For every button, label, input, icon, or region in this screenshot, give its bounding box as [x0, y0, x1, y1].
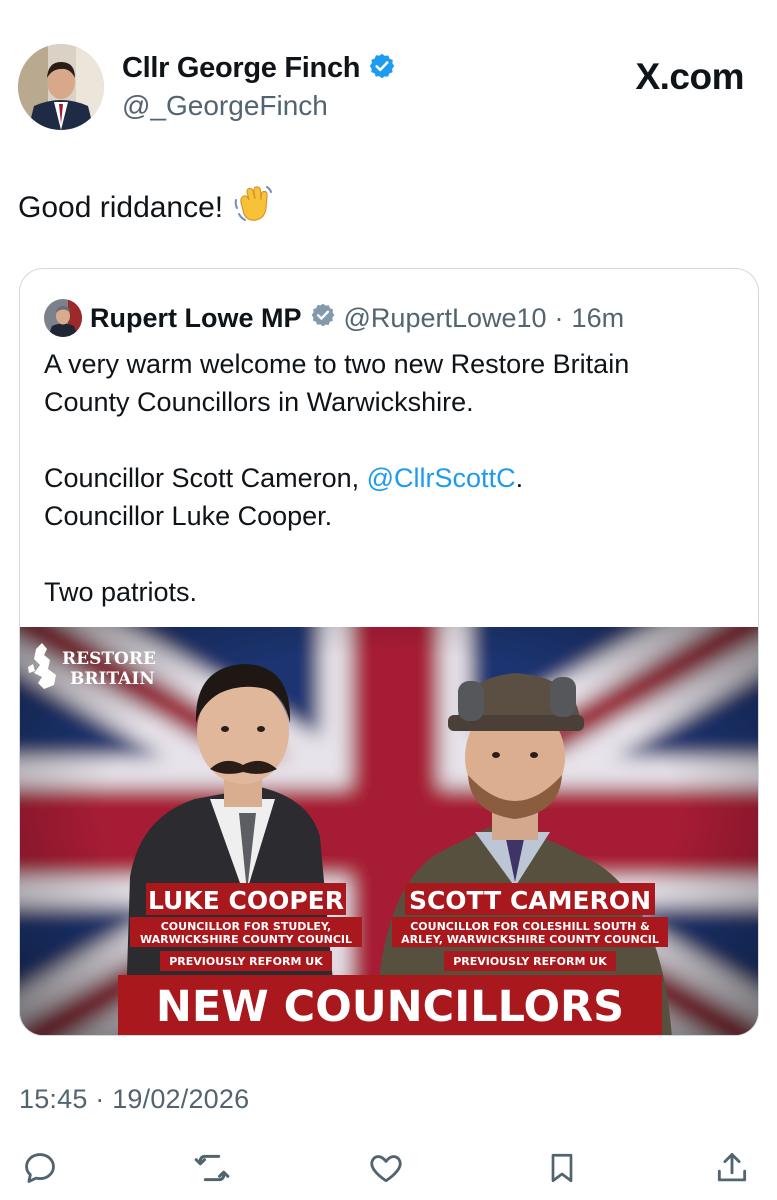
new-councillors-banner: NEW COUNCILLORS [118, 975, 662, 1035]
quoted-handle[interactable]: @RupertLowe10 [344, 303, 547, 334]
tweet-header: Cllr George Finch @_GeorgeFinch X.com [18, 44, 758, 134]
quoted-author-avatar[interactable] [44, 299, 82, 337]
author-handle[interactable]: @_GeorgeFinch [122, 90, 328, 122]
author-display-name[interactable]: Cllr George Finch [122, 52, 361, 85]
banner-text: NEW COUNCILLORS [156, 982, 624, 1032]
right-person-note: PREVIOUSLY REFORM UK [453, 955, 607, 968]
left-caption: LUKE COOPER COUNCILLOR FOR STUDLEY, WARW… [130, 883, 362, 971]
quoted-time[interactable]: 16m [572, 303, 625, 334]
quoted-line-prefix: Councillor Scott Cameron, [44, 463, 367, 493]
share-icon[interactable] [712, 1148, 752, 1188]
quoted-separator: · [554, 302, 564, 333]
verified-gray-badge-icon [310, 302, 336, 335]
quoted-line: Councillor Scott Cameron, @CllrScottC. [44, 459, 744, 497]
right-person-role-line2: ARLEY, WARWICKSHIRE COUNTY COUNCIL [401, 933, 659, 946]
quoted-line: Two patriots. [44, 577, 198, 607]
quoted-display-name[interactable]: Rupert Lowe MP [90, 303, 302, 334]
left-person-note: PREVIOUSLY REFORM UK [169, 955, 323, 968]
logo-line1: RESTORE [62, 649, 156, 669]
verified-badge-icon [368, 52, 396, 85]
mention-link[interactable]: @CllrScottC [367, 463, 516, 493]
quoted-tweet[interactable]: Rupert Lowe MP @RupertLowe10 · 16m A ver… [19, 268, 759, 1036]
bookmark-icon[interactable] [542, 1148, 582, 1188]
quoted-line: County Councillors in Warwickshire. [44, 387, 474, 417]
tweet-action-bar [0, 1140, 777, 1190]
left-person-name: LUKE COOPER [148, 886, 344, 915]
author-avatar[interactable] [18, 44, 104, 130]
repost-icon[interactable] [192, 1148, 232, 1188]
waving-hand-emoji-icon [233, 184, 273, 232]
like-icon[interactable] [366, 1148, 406, 1188]
quoted-line-suffix: . [515, 463, 524, 493]
reply-icon[interactable] [20, 1148, 60, 1188]
tweet-time: 15:45 [19, 1084, 88, 1114]
right-person-name: SCOTT CAMERON [409, 886, 651, 915]
tweet-text: Good riddance! [18, 184, 273, 232]
tweet-text-content: Good riddance! [18, 191, 224, 224]
quoted-line: Councillor Luke Cooper. [44, 501, 333, 531]
tweet-meta-separator: · [95, 1084, 105, 1114]
left-person-role-line2: WARWICKSHIRE COUNTY COUNCIL [140, 933, 352, 946]
logo-line2: BRITAIN [70, 669, 155, 689]
tweet-timestamp[interactable]: 15:45 · 19/02/2026 [19, 1084, 249, 1115]
quoted-tweet-text: A very warm welcome to two new Restore B… [44, 345, 744, 611]
quoted-tweet-image[interactable]: RESTORE BRITAIN LUKE COOPER COUNCILLOR F… [20, 627, 758, 1035]
quoted-tweet-header: Rupert Lowe MP @RupertLowe10 · 16m [44, 299, 624, 337]
right-person-role-line1: COUNCILLOR FOR COLESHILL SOUTH & [410, 920, 650, 933]
left-person-role-line1: COUNCILLOR FOR STUDLEY, [161, 920, 332, 933]
tweet-date: 19/02/2026 [112, 1084, 250, 1114]
quoted-line: A very warm welcome to two new Restore B… [44, 349, 630, 379]
x-com-logo: X.com [635, 56, 744, 97]
